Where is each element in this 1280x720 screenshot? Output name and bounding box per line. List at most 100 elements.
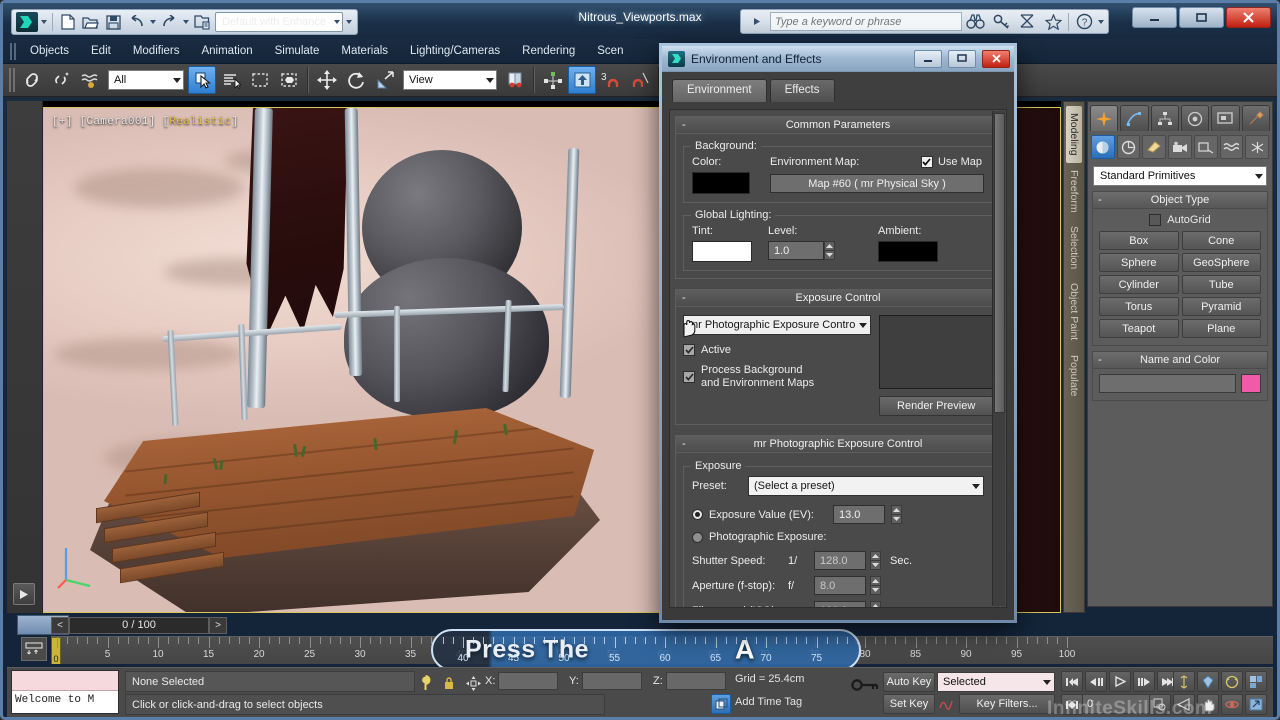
shapes-icon[interactable]: [1116, 135, 1141, 159]
exposure-value-radio[interactable]: [692, 509, 703, 520]
help-dropdown-icon[interactable]: [1097, 12, 1105, 32]
create-cylinder-button[interactable]: Cylinder: [1099, 275, 1179, 294]
zoom-icon[interactable]: [1173, 671, 1195, 692]
redo-icon[interactable]: [159, 12, 180, 32]
search-history-icon[interactable]: [744, 11, 770, 32]
process-background-checkbox[interactable]: [683, 371, 695, 383]
dialog-minimize-button[interactable]: [914, 49, 942, 68]
key-icon[interactable]: [847, 674, 883, 696]
create-cone-button[interactable]: Cone: [1181, 231, 1261, 250]
lights-icon[interactable]: [1142, 135, 1167, 159]
name-and-color-header[interactable]: - Name and Color: [1093, 352, 1267, 369]
key-filters-button[interactable]: Key Filters...: [959, 694, 1055, 714]
tab-modify[interactable]: [1120, 105, 1149, 131]
select-and-move-icon[interactable]: [313, 66, 341, 94]
ribbon-tab-freeform[interactable]: Freeform: [1066, 163, 1082, 220]
auto-key-button[interactable]: Auto Key: [883, 672, 935, 692]
orbit-icon[interactable]: [1221, 694, 1243, 715]
lock-selection-icon[interactable]: [439, 673, 459, 693]
selection-filter-combo[interactable]: All: [108, 70, 184, 90]
app-menu-caret-icon[interactable]: [40, 12, 48, 32]
open-file-icon[interactable]: [80, 12, 101, 32]
process-background-row[interactable]: Process Background and Environment Maps: [683, 364, 871, 390]
background-color-swatch[interactable]: [692, 172, 750, 194]
favorites-star-icon[interactable]: [1040, 11, 1066, 32]
workspace-selector[interactable]: Default with Enhance: [215, 12, 343, 32]
space-warps-icon[interactable]: [1219, 135, 1244, 159]
use-map-checkbox[interactable]: [920, 156, 933, 168]
qat-overflow-icon[interactable]: [345, 12, 353, 32]
absolute-relative-mode-icon[interactable]: [463, 673, 483, 693]
rectangular-selection-region-icon[interactable]: [246, 66, 274, 94]
next-frame-button[interactable]: [1133, 671, 1155, 692]
select-and-scale-icon[interactable]: [371, 66, 399, 94]
maximize-viewport-icon[interactable]: [1245, 671, 1267, 692]
timeline-playhead[interactable]: 0: [51, 637, 61, 664]
preset-combo[interactable]: (Select a preset): [748, 476, 984, 496]
key-mode-combo[interactable]: Selected: [937, 672, 1055, 692]
tab-effects[interactable]: Effects: [769, 79, 835, 102]
field-of-view-icon[interactable]: [1173, 694, 1195, 715]
select-object-icon[interactable]: [188, 66, 216, 94]
dialog-restore-button[interactable]: [948, 49, 976, 68]
next-frame-button[interactable]: >: [209, 616, 227, 634]
restore-button[interactable]: [1179, 7, 1224, 28]
snaps-toggle-icon[interactable]: [568, 66, 596, 94]
create-box-button[interactable]: Box: [1099, 231, 1179, 250]
binoculars-icon[interactable]: [962, 11, 988, 32]
z-input[interactable]: [665, 672, 726, 690]
tab-utilities[interactable]: [1241, 105, 1270, 131]
autogrid-checkbox[interactable]: [1149, 214, 1162, 226]
isolate-selection-icon[interactable]: [415, 673, 435, 693]
undo-icon[interactable]: [126, 12, 147, 32]
frame-readout[interactable]: 0 / 100: [69, 616, 209, 634]
maxscript-mini-listener[interactable]: Welcome to M: [11, 670, 119, 714]
film-speed-spinner[interactable]: [870, 601, 881, 607]
save-file-icon[interactable]: [103, 12, 124, 32]
menu-scene[interactable]: Scen: [586, 41, 634, 61]
y-input[interactable]: [581, 672, 642, 690]
angle-snap-icon[interactable]: [626, 66, 654, 94]
menu-rendering[interactable]: Rendering: [511, 41, 586, 61]
active-row[interactable]: Active: [683, 344, 871, 356]
level-input[interactable]: 1.0: [768, 241, 824, 260]
tab-motion[interactable]: [1180, 105, 1210, 131]
level-spinner[interactable]: [824, 241, 835, 260]
menu-grip[interactable]: [7, 42, 19, 61]
select-and-link-icon[interactable]: [18, 66, 46, 94]
tab-hierarchy[interactable]: [1150, 105, 1179, 131]
listener-input-line[interactable]: [12, 671, 118, 691]
undo-dropdown-icon[interactable]: [149, 12, 157, 32]
key-icon[interactable]: [988, 11, 1014, 32]
photographic-exposure-row[interactable]: Photographic Exposure:: [692, 531, 984, 543]
cameras-icon[interactable]: [1168, 135, 1192, 159]
viewport-play-button[interactable]: [13, 583, 35, 605]
geometry-icon[interactable]: [1091, 135, 1115, 159]
exposure-value-input[interactable]: 13.0: [833, 505, 885, 524]
prev-frame-button[interactable]: <: [51, 616, 69, 634]
menu-objects[interactable]: Objects: [19, 41, 80, 61]
set-key-button[interactable]: Set Key: [883, 694, 935, 714]
project-folder-icon[interactable]: [192, 12, 213, 32]
shutter-speed-input[interactable]: 128.0: [814, 551, 866, 570]
photographic-exposure-radio[interactable]: [692, 531, 703, 543]
create-geosphere-button[interactable]: GeoSphere: [1181, 253, 1261, 272]
create-sphere-button[interactable]: Sphere: [1099, 253, 1179, 272]
aperture-spinner[interactable]: [870, 576, 881, 595]
ribbon-tab-selection[interactable]: Selection: [1066, 219, 1082, 276]
ribbon-tab-modeling[interactable]: Modeling: [1066, 106, 1082, 163]
object-name-input[interactable]: [1099, 374, 1236, 393]
object-type-header[interactable]: - Object Type: [1093, 192, 1267, 209]
autogrid-row[interactable]: AutoGrid: [1099, 214, 1261, 226]
close-button[interactable]: [1226, 7, 1271, 28]
zoom-region-icon[interactable]: [1149, 694, 1171, 715]
menu-modifiers[interactable]: Modifiers: [122, 41, 191, 61]
exposure-control-header[interactable]: - Exposure Control: [676, 290, 1000, 307]
toolbar-grip[interactable]: [7, 67, 17, 93]
create-tube-button[interactable]: Tube: [1181, 275, 1261, 294]
use-map-row[interactable]: Use Map: [920, 156, 982, 168]
dialog-close-button[interactable]: [982, 49, 1010, 68]
create-torus-button[interactable]: Torus: [1099, 297, 1179, 316]
menu-materials[interactable]: Materials: [330, 41, 399, 61]
tint-color-swatch[interactable]: [692, 241, 752, 262]
